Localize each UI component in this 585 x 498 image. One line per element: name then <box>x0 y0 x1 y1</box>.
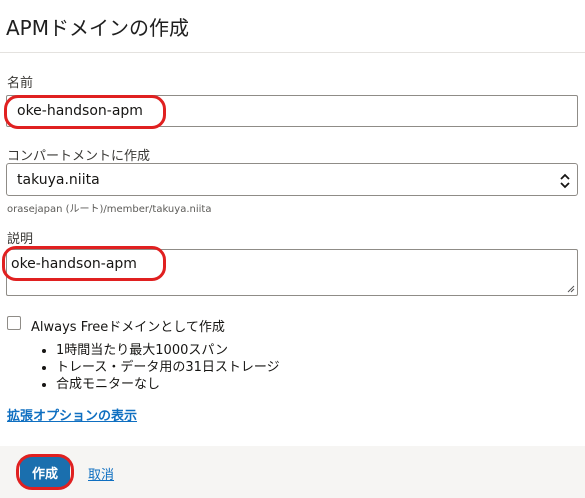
show-advanced-options-link[interactable]: 拡張オプションの表示 <box>7 405 137 424</box>
description-textarea[interactable]: oke-handson-apm <box>6 249 578 296</box>
title-divider <box>0 52 585 53</box>
compartment-path-hint: orasejapan (ルート)/member/takuya.niita <box>7 204 212 215</box>
description-label: 説明 <box>7 232 34 247</box>
list-item: トレース・データ用の31日ストレージ <box>56 359 280 376</box>
always-free-checkbox[interactable] <box>7 316 21 330</box>
description-textarea-value: oke-handson-apm <box>11 256 137 272</box>
select-arrows-icon <box>560 173 570 189</box>
list-item: 合成モニターなし <box>56 376 280 393</box>
page-title: APMドメインの作成 <box>6 16 189 40</box>
compartment-select[interactable]: takuya.niita <box>6 163 578 196</box>
name-input-value: oke-handson-apm <box>17 103 143 119</box>
name-label: 名前 <box>7 76 34 91</box>
resize-handle-icon[interactable] <box>567 285 575 293</box>
compartment-label: コンパートメントに作成 <box>7 149 151 164</box>
always-free-label: Always Freeドメインとして作成 <box>31 320 225 335</box>
cancel-link[interactable]: 取消 <box>88 464 114 483</box>
name-input[interactable]: oke-handson-apm <box>6 95 578 127</box>
compartment-select-value: takuya.niita <box>17 172 100 188</box>
create-button[interactable]: 作成 <box>20 457 70 487</box>
list-item: 1時間当たり最大1000スパン <box>56 342 280 359</box>
always-free-feature-list: 1時間当たり最大1000スパン トレース・データ用の31日ストレージ 合成モニタ… <box>40 342 280 393</box>
